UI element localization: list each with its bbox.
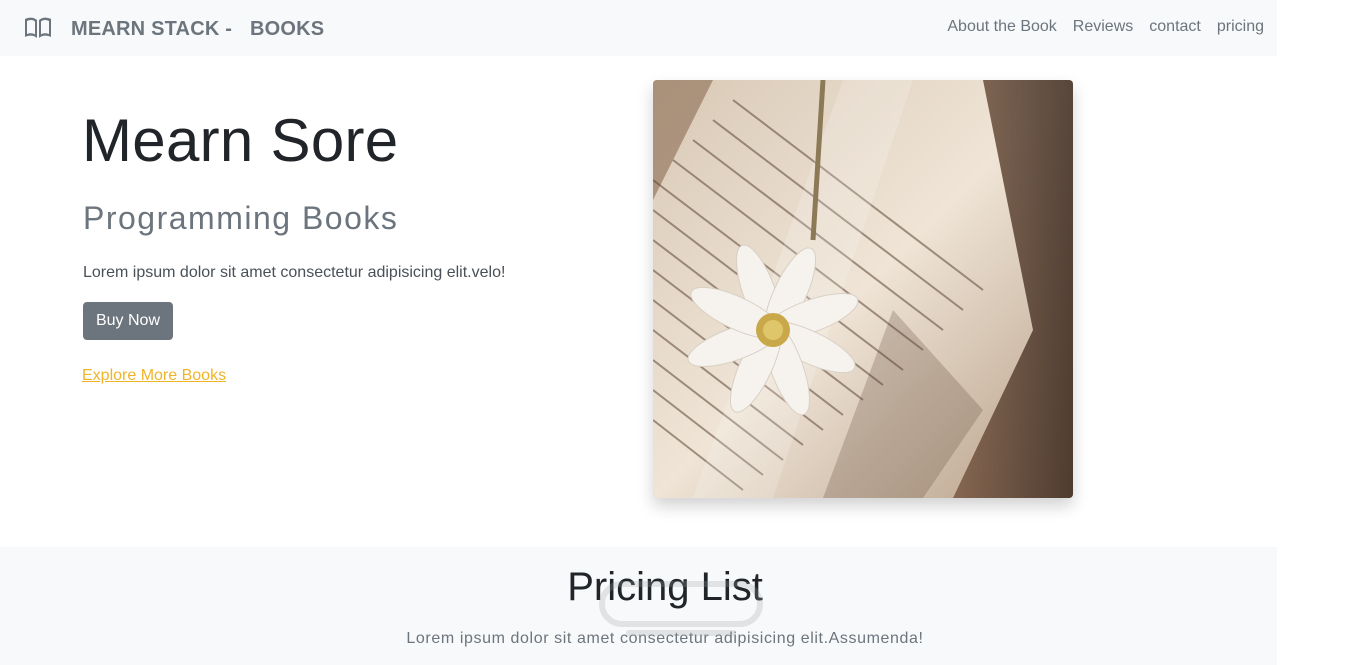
navbar: MEARN STACK - BOOKS About the Book Revie…	[0, 0, 1277, 56]
nav-link-pricing[interactable]: pricing	[1217, 18, 1264, 36]
page: MEARN STACK - BOOKS About the Book Revie…	[0, 0, 1360, 665]
hero-subtitle: Programming Books	[83, 200, 399, 236]
hero-title: Mearn Sore	[82, 107, 399, 174]
nav-link-about[interactable]: About the Book	[947, 18, 1056, 36]
brand-title[interactable]: MEARN STACK -	[71, 18, 232, 41]
book-icon	[24, 16, 52, 40]
pricing-description: Lorem ipsum dolor sit amet consectetur a…	[406, 630, 924, 647]
hero-description: Lorem ipsum dolor sit amet consectetur a…	[83, 264, 506, 281]
pricing-section: Pricing List Lorem ipsum dolor sit amet …	[0, 547, 1277, 665]
buy-now-button[interactable]: Buy Now	[83, 302, 173, 340]
nav-links: About the Book Reviews contact pricing	[947, 18, 1264, 36]
brand-logo[interactable]	[24, 15, 52, 41]
nav-link-contact[interactable]: contact	[1149, 18, 1201, 36]
nav-link-reviews[interactable]: Reviews	[1073, 18, 1133, 36]
brand-subtitle[interactable]: BOOKS	[250, 18, 324, 41]
pricing-title: Pricing List	[567, 565, 763, 609]
hero-book-image	[653, 80, 1073, 498]
explore-more-link[interactable]: Explore More Books	[82, 367, 226, 385]
